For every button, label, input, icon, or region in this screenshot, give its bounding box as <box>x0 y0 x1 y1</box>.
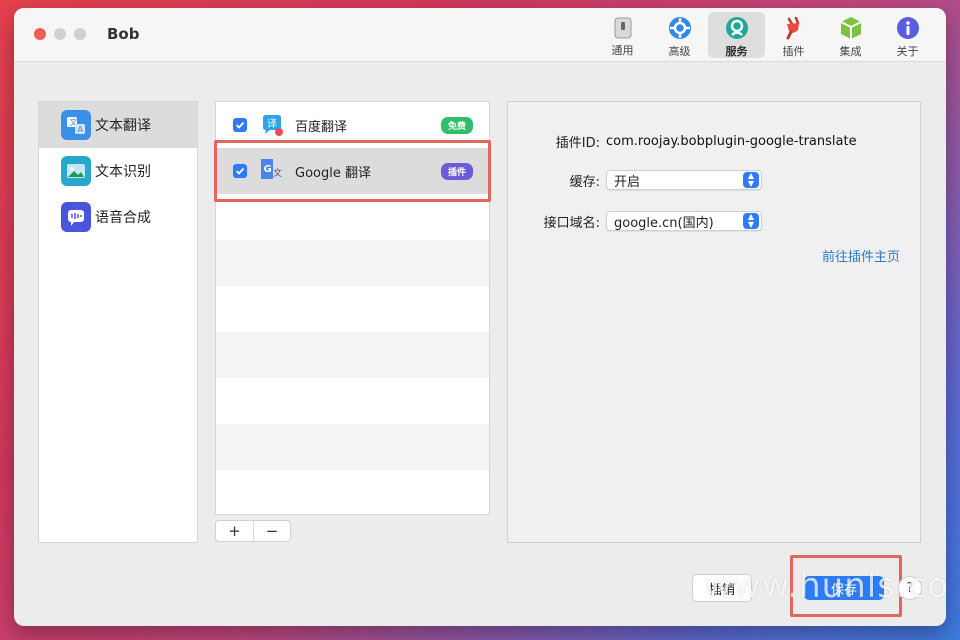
maximize-window-button[interactable] <box>74 28 86 40</box>
tab-plugins[interactable]: 插件 <box>765 12 822 58</box>
translate-icon: 文A <box>61 110 91 140</box>
cache-select[interactable]: 开启 ▲ ▼ <box>606 170 762 190</box>
titlebar: Bob 通用 高级 服务 插件 集成 关于 <box>14 8 946 62</box>
cache-row: 缓存: 开启 ▲ ▼ <box>508 170 762 190</box>
sidebar-item-text-translate[interactable]: 文A 文本翻译 <box>39 102 197 148</box>
tab-advanced[interactable]: 高级 <box>651 12 708 58</box>
preferences-toolbar: 通用 高级 服务 插件 集成 关于 <box>594 12 936 58</box>
service-checkbox[interactable] <box>233 118 247 132</box>
selection-highlight <box>214 140 491 202</box>
cache-label: 缓存: <box>569 174 600 190</box>
sidebar-item-label: 文本识别 <box>95 164 151 180</box>
add-service-button[interactable]: + <box>216 521 253 541</box>
add-remove-control: + − <box>215 520 291 542</box>
sidebar-item-label: 文本翻译 <box>95 118 151 134</box>
remove-service-button[interactable]: − <box>252 521 290 541</box>
switch-icon <box>610 15 636 40</box>
plugin-homepage-link[interactable]: 前往插件主页 <box>822 246 900 265</box>
checkmark-icon <box>235 121 245 129</box>
preferences-window: Bob 通用 高级 服务 插件 集成 关于 文 A 文本翻译 文本识别 语音合成… <box>14 8 946 626</box>
sidebar-item-label: 语音合成 <box>95 210 151 226</box>
voice-icon <box>61 202 91 232</box>
plugin-id-label: 插件ID: <box>555 136 600 151</box>
plugin-id-value: com.roojay.bobplugin-google-translate <box>606 134 857 149</box>
info-icon <box>895 15 921 41</box>
empty-row <box>216 332 489 378</box>
empty-row <box>216 240 489 286</box>
tab-integration[interactable]: 集成 <box>822 12 879 58</box>
cube-icon <box>838 15 864 41</box>
cache-select-value: 开启 <box>614 174 641 190</box>
tab-about-label: 关于 <box>896 45 919 58</box>
tab-services-label: 服务 <box>725 45 748 58</box>
empty-row <box>216 286 489 332</box>
domain-select-value: google.cn(国内) <box>614 215 714 231</box>
tab-general-label: 通用 <box>611 44 634 57</box>
service-icon <box>724 15 750 41</box>
domain-label: 接口域名: <box>543 215 600 231</box>
domain-select[interactable]: google.cn(国内) ▲ ▼ <box>606 211 762 231</box>
footer-left-button[interactable]: 插销 <box>692 574 752 602</box>
plugin-id-row: 插件ID: com.roojay.bobplugin-google-transl… <box>508 132 857 151</box>
sidebar-item-speech-synthesis[interactable]: 语音合成 <box>39 194 197 240</box>
tab-about[interactable]: 关于 <box>879 12 936 58</box>
category-sidebar: 文A 文本翻译 文本识别 语音合成 <box>38 101 198 543</box>
domain-row: 接口域名: google.cn(国内) ▲ ▼ <box>508 211 762 231</box>
save-highlight <box>790 555 902 617</box>
tab-plugins-label: 插件 <box>782 45 805 58</box>
chevron-updown-icon: ▲ ▼ <box>743 213 759 229</box>
gear-icon <box>667 15 693 41</box>
plug-icon <box>781 15 807 41</box>
tab-general[interactable]: 通用 <box>594 12 651 58</box>
free-badge: 免费 <box>440 116 473 134</box>
svg-text:译: 译 <box>267 118 277 130</box>
empty-row <box>216 378 489 424</box>
window-title: Bob <box>107 25 140 43</box>
empty-row <box>216 470 489 514</box>
help-button[interactable]: ? <box>898 576 922 600</box>
image-icon <box>61 156 91 186</box>
chevron-updown-icon: ▲ ▼ <box>743 172 759 188</box>
service-name: 百度翻译 <box>295 119 348 135</box>
empty-row <box>216 424 489 470</box>
tab-integration-label: 集成 <box>839 45 862 58</box>
tab-services[interactable]: 服务 <box>708 12 765 58</box>
baidu-translate-icon: 译 <box>259 112 285 138</box>
svg-text:A: A <box>78 125 84 134</box>
minimize-window-button[interactable] <box>54 28 66 40</box>
close-window-button[interactable] <box>34 28 46 40</box>
sidebar-item-text-recognition[interactable]: 文本识别 <box>39 148 197 194</box>
tab-advanced-label: 高级 <box>668 45 691 58</box>
plugin-detail-pane: 插件ID: com.roojay.bobplugin-google-transl… <box>507 101 921 543</box>
